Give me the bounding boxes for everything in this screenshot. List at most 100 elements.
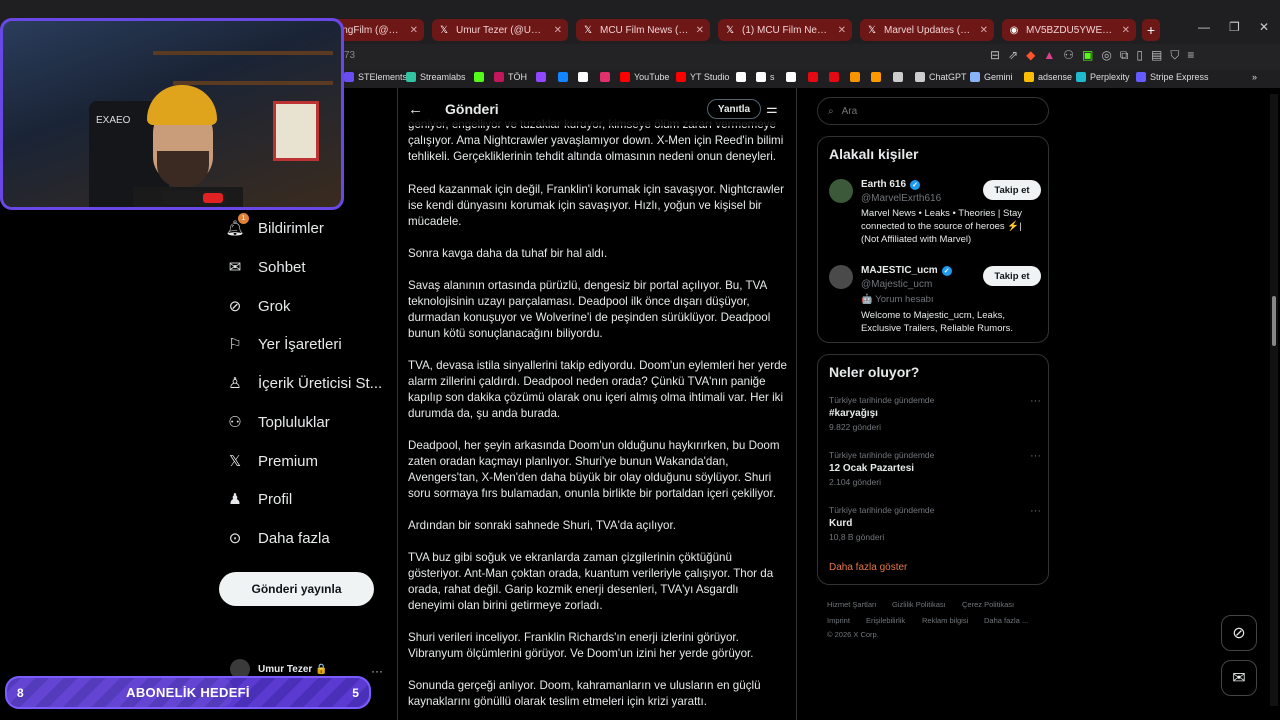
minimize-icon[interactable]: — bbox=[1198, 20, 1210, 34]
tab-close-icon[interactable]: ✕ bbox=[690, 25, 704, 36]
sidebar-item-creator-studio[interactable]: ♙ İçerik Üreticisi St... bbox=[226, 368, 382, 398]
bookmark-item[interactable] bbox=[893, 72, 907, 82]
tab-close-icon[interactable]: ✕ bbox=[548, 25, 562, 36]
bookmark-item[interactable]: ChatGPT bbox=[915, 72, 967, 82]
bookmark-item[interactable] bbox=[474, 72, 488, 82]
bookmark-item[interactable] bbox=[786, 72, 800, 82]
bookmark-item[interactable]: Gemini bbox=[970, 72, 1013, 82]
bookmarks-overflow-icon[interactable]: » bbox=[1252, 72, 1257, 82]
sidebar-icon[interactable]: ▯ bbox=[1136, 48, 1143, 63]
footer-privacy-link[interactable]: Gizlilik Politikası bbox=[892, 600, 946, 609]
browser-tab[interactable]: 𝕏 MCU Film News (@MCUFilmN ✕ bbox=[576, 19, 710, 41]
close-window-icon[interactable]: ✕ bbox=[1259, 20, 1269, 34]
sidebar-item-grok[interactable]: ⊘ Grok bbox=[226, 291, 291, 321]
more-icon[interactable]: ··· bbox=[1030, 505, 1041, 517]
person-card[interactable]: MAJESTIC_ucm ✓ @Majestic_ucm 🤖 Yorum hesa… bbox=[829, 265, 1041, 337]
bookmark-item[interactable]: Streamlabs bbox=[406, 72, 466, 82]
reply-button[interactable]: Yanıtla bbox=[707, 99, 761, 119]
footer-cookies-link[interactable]: Çerez Politikası bbox=[962, 600, 1014, 609]
tab-close-icon[interactable]: ✕ bbox=[832, 25, 846, 36]
extension-icon[interactable]: ▣ bbox=[1082, 48, 1093, 63]
footer-ads-link[interactable]: Reklam bilgisi bbox=[922, 616, 968, 625]
install-icon[interactable]: ⊟ bbox=[990, 48, 1000, 63]
sidebar-item-profile[interactable]: ♟ Profil bbox=[226, 484, 292, 514]
mail-icon: ✉ bbox=[228, 259, 242, 276]
trend-item[interactable]: Türkiye tarihinde gündemde Kurd 10,8 B g… bbox=[829, 505, 1041, 542]
bookmark-icon: ⚐ bbox=[228, 336, 242, 353]
new-tab-button[interactable]: + bbox=[1142, 19, 1160, 41]
share-icon[interactable]: ⇗ bbox=[1008, 48, 1018, 63]
back-arrow-icon[interactable]: ← bbox=[408, 101, 423, 118]
footer-terms-link[interactable]: Hizmet Şartları bbox=[827, 600, 877, 609]
show-more-link[interactable]: Daha fazla göster bbox=[829, 562, 907, 573]
grok-fab-icon[interactable]: ⊘ bbox=[1221, 615, 1257, 651]
tab-close-icon[interactable]: ✕ bbox=[404, 25, 418, 36]
bookmark-item[interactable] bbox=[808, 72, 822, 82]
tab-close-icon[interactable]: ✕ bbox=[1116, 25, 1130, 36]
browser-tab[interactable]: 𝕏 (1) MCU Film News (@MCUFil ✕ bbox=[718, 19, 852, 41]
bookmark-item[interactable] bbox=[871, 72, 885, 82]
bell-icon: 🔔︎ 1 bbox=[225, 213, 249, 237]
post-button[interactable]: Gönderi yayınla bbox=[219, 572, 374, 606]
follow-button[interactable]: Takip et bbox=[983, 180, 1041, 200]
account-more-icon[interactable]: ··· bbox=[371, 664, 383, 678]
bookmark-item[interactable] bbox=[736, 72, 750, 82]
bookmark-item[interactable] bbox=[600, 72, 614, 82]
trend-item[interactable]: Türkiye tarihinde gündemde 12 Ocak Pazar… bbox=[829, 450, 1041, 487]
rewards-icon[interactable]: ▲ bbox=[1043, 48, 1055, 63]
sliders-icon[interactable]: ⚌ bbox=[766, 101, 778, 117]
bookmark-item[interactable]: TÖH bbox=[494, 72, 527, 82]
scrollbar[interactable] bbox=[1270, 94, 1278, 706]
bookmark-item[interactable]: s bbox=[756, 72, 775, 82]
menu-icon[interactable]: ≡ bbox=[1187, 48, 1194, 63]
messages-fab-icon[interactable]: ✉ bbox=[1221, 660, 1257, 696]
search-input[interactable]: ⌕ Ara bbox=[817, 97, 1049, 125]
bookmark-item[interactable]: YT Studio bbox=[676, 72, 729, 82]
browser-tab[interactable]: 𝕏 Umur Tezer (@Umurtezer) / X ✕ bbox=[432, 19, 568, 41]
sidebar-item-bookmarks[interactable]: ⚐ Yer İşaretleri bbox=[226, 329, 341, 359]
bookmark-item[interactable] bbox=[558, 72, 572, 82]
bookmark-item[interactable]: Perplexity bbox=[1076, 72, 1130, 82]
extension-icon[interactable]: ◎ bbox=[1101, 48, 1111, 63]
url-text[interactable]: 73 bbox=[344, 50, 355, 61]
more-circle-icon: ⊙ bbox=[228, 530, 242, 547]
x-icon: 𝕏 bbox=[725, 24, 735, 36]
sidebar-item-communities[interactable]: ⚇ Topluluklar bbox=[226, 407, 329, 437]
extension-icon[interactable]: ⧉ bbox=[1120, 48, 1129, 63]
follow-button[interactable]: Takip et bbox=[983, 266, 1041, 286]
sidebar-item-chat[interactable]: ✉ Sohbet bbox=[226, 252, 306, 282]
footer-imprint-link[interactable]: Imprint bbox=[827, 616, 850, 625]
person-card[interactable]: Earth 616 ✓ @MarvelExrth616 Marvel News •… bbox=[829, 179, 1041, 249]
browser-tab[interactable]: 𝕏 Marvel Updates (@marvel_upd ✕ bbox=[860, 19, 994, 41]
person-name: Earth 616 ✓ bbox=[861, 179, 921, 190]
search-placeholder: Ara bbox=[841, 105, 858, 117]
more-icon[interactable]: ··· bbox=[1030, 395, 1041, 407]
sidebar-item-more[interactable]: ⊙ Daha fazla bbox=[226, 523, 330, 553]
brave-shield-icon[interactable]: ◆ bbox=[1026, 48, 1035, 63]
bookmark-item[interactable] bbox=[536, 72, 550, 82]
tab-title: Umur Tezer (@Umurtezer) / X bbox=[456, 24, 548, 36]
vpn-icon[interactable]: ⛉ bbox=[1170, 48, 1179, 63]
trend-name: #karyağışı bbox=[829, 408, 878, 419]
sidebar-item-premium[interactable]: 𝕏 Premium bbox=[226, 446, 318, 476]
bookmark-item[interactable]: adsense bbox=[1024, 72, 1072, 82]
browser-tab[interactable]: ◉ MV5BZDU5YWE3MmItMGI0N ✕ bbox=[1002, 19, 1136, 41]
tab-close-icon[interactable]: ✕ bbox=[974, 25, 988, 36]
bookmark-item[interactable]: STElements bbox=[344, 72, 407, 82]
footer-accessibility-link[interactable]: Erişilebilirlik bbox=[866, 616, 905, 625]
sidebar-item-notifications[interactable]: 🔔︎ 1 Bildirimler bbox=[225, 213, 324, 243]
restore-icon[interactable]: ❐ bbox=[1229, 20, 1240, 34]
bookmark-icon bbox=[1024, 72, 1034, 82]
bookmark-item[interactable]: YouTube bbox=[620, 72, 669, 82]
trend-item[interactable]: Türkiye tarihinde gündemde #karyağışı 9.… bbox=[829, 395, 1041, 432]
scrollbar-thumb[interactable] bbox=[1272, 296, 1276, 346]
sidebar-item-label: Grok bbox=[258, 297, 291, 315]
footer-more-link[interactable]: Daha fazla ... bbox=[984, 616, 1028, 625]
bookmark-item[interactable] bbox=[578, 72, 592, 82]
extension-icon[interactable]: ⚇ bbox=[1063, 48, 1074, 63]
more-icon[interactable]: ··· bbox=[1030, 450, 1041, 462]
bookmark-item[interactable]: Stripe Express bbox=[1136, 72, 1209, 82]
bookmark-item[interactable] bbox=[829, 72, 843, 82]
wallet-icon[interactable]: ▤ bbox=[1151, 48, 1162, 63]
bookmark-item[interactable] bbox=[850, 72, 864, 82]
